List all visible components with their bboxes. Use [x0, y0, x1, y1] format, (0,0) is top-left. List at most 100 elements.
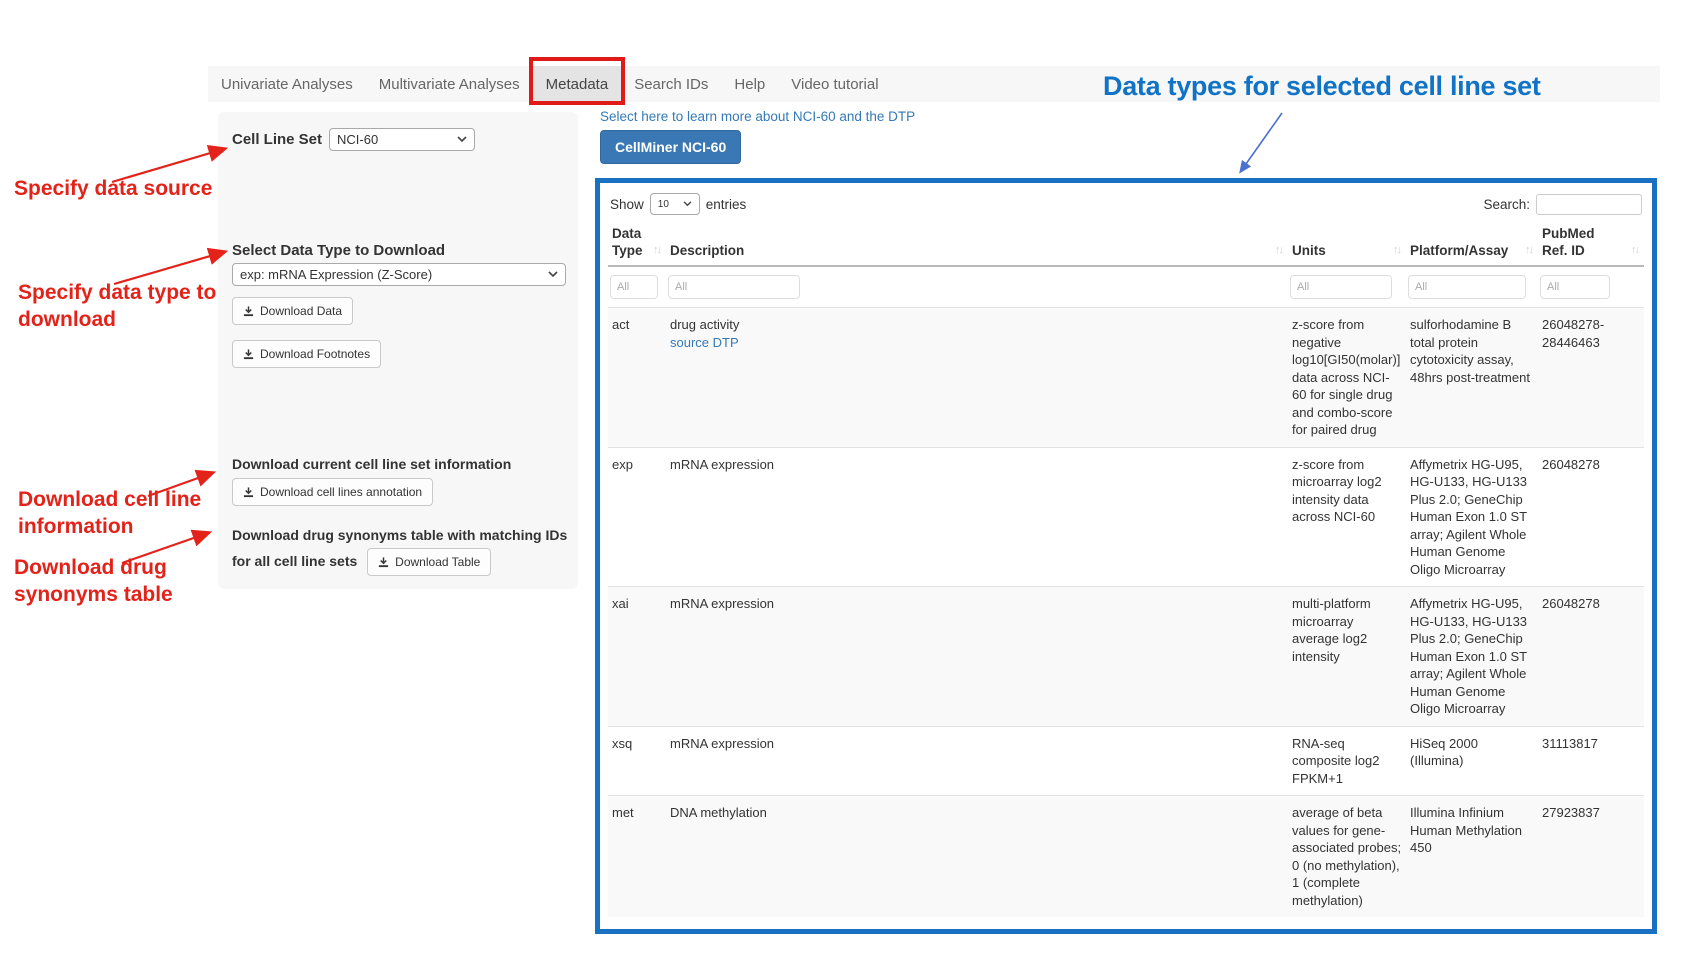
- column-header-data-type-label: Data Type: [612, 225, 650, 259]
- column-header-pubmed[interactable]: PubMed Ref. ID ↑↓: [1538, 225, 1644, 259]
- data-type-label: Select Data Type to Download: [232, 242, 445, 259]
- table-header-row: Data Type ↑↓ Description ↑↓ Units ↑↓ Pla…: [608, 225, 1644, 267]
- download-cell-lines-annotation-label: Download cell lines annotation: [260, 485, 422, 499]
- cell-platform: HiSeq 2000 (Illumina): [1406, 735, 1538, 788]
- nav-item-video-tutorial[interactable]: Video tutorial: [778, 66, 891, 102]
- cell-units: z-score from microarray log2 intensity d…: [1288, 456, 1406, 579]
- download-table-label: Download Table: [395, 555, 480, 569]
- cell-platform: sulforhodamine B total protein cytotoxic…: [1406, 316, 1538, 439]
- cell-units: multi-platform microarray average log2 i…: [1288, 595, 1406, 718]
- source-dtp-link[interactable]: source DTP: [670, 334, 739, 352]
- filter-data-type-input[interactable]: [610, 275, 658, 299]
- cell-line-set-select[interactable]: NCI-60: [329, 128, 475, 151]
- learn-more-link[interactable]: Select here to learn more about NCI-60 a…: [600, 109, 915, 124]
- chevron-down-icon: [457, 136, 467, 143]
- cell-description: mRNA expression: [666, 595, 1288, 718]
- filter-platform-input[interactable]: [1408, 275, 1526, 299]
- column-header-data-type[interactable]: Data Type ↑↓: [608, 225, 666, 259]
- download-footnotes-label: Download Footnotes: [260, 347, 370, 361]
- sort-icon[interactable]: ↑↓: [1631, 242, 1638, 259]
- column-header-platform[interactable]: Platform/Assay ↑↓: [1406, 225, 1538, 259]
- chevron-down-icon: [548, 271, 558, 278]
- column-header-units-label: Units: [1292, 242, 1326, 259]
- table-filter-row: [608, 267, 1644, 307]
- table-row: exp mRNA expression z-score from microar…: [608, 447, 1644, 587]
- download-options-panel: Cell Line Set NCI-60 Select Data Type to…: [218, 112, 578, 589]
- download-icon: [378, 557, 389, 568]
- annotation-specify-data-source: Specify data source: [14, 175, 212, 202]
- cell-data-type: xai: [608, 595, 666, 718]
- entries-label: entries: [706, 197, 747, 212]
- annotation-download-cell-line: Download cell line information: [18, 486, 201, 540]
- cell-data-type: exp: [608, 456, 666, 579]
- cell-pubmed: 26048278-28446463: [1538, 316, 1644, 439]
- column-header-pubmed-label: PubMed Ref. ID: [1542, 225, 1619, 259]
- column-header-platform-label: Platform/Assay: [1410, 242, 1508, 259]
- download-data-button[interactable]: Download Data: [232, 297, 353, 325]
- cell-units: average of beta values for gene-associat…: [1288, 804, 1406, 909]
- annotation-download-drug-line2: synonyms table: [14, 581, 173, 608]
- sort-icon[interactable]: ↑↓: [1275, 242, 1282, 259]
- cell-pubmed: 31113817: [1538, 735, 1644, 788]
- data-type-value: exp: mRNA Expression (Z-Score): [240, 267, 432, 282]
- column-header-description-label: Description: [670, 242, 744, 259]
- data-type-select[interactable]: exp: mRNA Expression (Z-Score): [232, 263, 566, 286]
- table-row: act drug activity source DTP z-score fro…: [608, 307, 1644, 447]
- annotation-specify-data-type-line1: Specify data type to: [18, 279, 216, 306]
- cell-description: DNA methylation: [666, 804, 1288, 909]
- table-body: act drug activity source DTP z-score fro…: [608, 307, 1644, 917]
- page-size-select[interactable]: 10: [650, 193, 700, 215]
- download-icon: [243, 487, 254, 498]
- search-label: Search:: [1483, 197, 1530, 212]
- table-row: met DNA methylation average of beta valu…: [608, 795, 1644, 917]
- sort-icon[interactable]: ↑↓: [653, 242, 660, 259]
- annotation-data-types-heading: Data types for selected cell line set: [1103, 71, 1541, 102]
- sort-icon[interactable]: ↑↓: [1525, 242, 1532, 259]
- cell-platform: Illumina Infinium Human Methylation 450: [1406, 804, 1538, 909]
- cell-line-set-value: NCI-60: [337, 132, 378, 147]
- nav-item-multivariate-analyses[interactable]: Multivariate Analyses: [366, 66, 533, 102]
- cell-units: RNA-seq composite log2 FPKM+1: [1288, 735, 1406, 788]
- nav-item-help[interactable]: Help: [721, 66, 778, 102]
- arrow-data-types: [1241, 113, 1282, 171]
- cell-platform: Affymetrix HG-U95, HG-U133, HG-U133 Plus…: [1406, 456, 1538, 579]
- table-row: xsq mRNA expression RNA-seq composite lo…: [608, 726, 1644, 796]
- download-cell-lines-annotation-button[interactable]: Download cell lines annotation: [232, 478, 433, 506]
- download-data-label: Download Data: [260, 304, 342, 318]
- cell-line-set-label: Cell Line Set: [232, 131, 322, 148]
- column-header-description[interactable]: Description ↑↓: [666, 225, 1288, 259]
- annotation-download-drug-line1: Download drug: [14, 554, 173, 581]
- cell-pubmed: 26048278: [1538, 456, 1644, 579]
- cellminer-nci60-button[interactable]: CellMiner NCI-60: [600, 130, 741, 164]
- annotation-download-cell-line-line2: information: [18, 513, 201, 540]
- cell-pubmed: 27923837: [1538, 804, 1644, 909]
- page-size-value: 10: [658, 199, 669, 210]
- nav-item-search-ids[interactable]: Search IDs: [621, 66, 721, 102]
- annotation-download-cell-line-line1: Download cell line: [18, 486, 201, 513]
- show-label: Show: [610, 197, 644, 212]
- annotation-specify-data-type-line2: download: [18, 306, 216, 333]
- cell-units: z-score from negative log10[GI50(molar)]…: [1288, 316, 1406, 439]
- download-icon: [243, 306, 254, 317]
- cell-pubmed: 26048278: [1538, 595, 1644, 718]
- search-input[interactable]: [1536, 194, 1642, 215]
- filter-units-input[interactable]: [1290, 275, 1392, 299]
- annotation-download-drug: Download drug synonyms table: [14, 554, 173, 608]
- cell-description: mRNA expression: [666, 735, 1288, 788]
- cell-data-type: met: [608, 804, 666, 909]
- data-types-table: Show 10 entries Search: Data Type ↑↓ Des…: [595, 178, 1657, 934]
- annotation-specify-data-type: Specify data type to download: [18, 279, 216, 333]
- column-header-units[interactable]: Units ↑↓: [1288, 225, 1406, 259]
- filter-description-input[interactable]: [668, 275, 800, 299]
- download-table-button[interactable]: Download Table: [367, 548, 491, 576]
- nav-item-metadata[interactable]: Metadata: [533, 66, 622, 102]
- sort-icon[interactable]: ↑↓: [1393, 242, 1400, 259]
- nav-item-metadata-label: Metadata: [546, 76, 609, 93]
- download-footnotes-button[interactable]: Download Footnotes: [232, 340, 381, 368]
- cell-description: drug activity source DTP: [666, 316, 1288, 439]
- nav-item-univariate-analyses[interactable]: Univariate Analyses: [208, 66, 366, 102]
- cell-line-info-heading: Download current cell line set informati…: [232, 456, 568, 472]
- cell-data-type: xsq: [608, 735, 666, 788]
- cell-description-text: drug activity: [670, 316, 1282, 334]
- filter-pubmed-input[interactable]: [1540, 275, 1610, 299]
